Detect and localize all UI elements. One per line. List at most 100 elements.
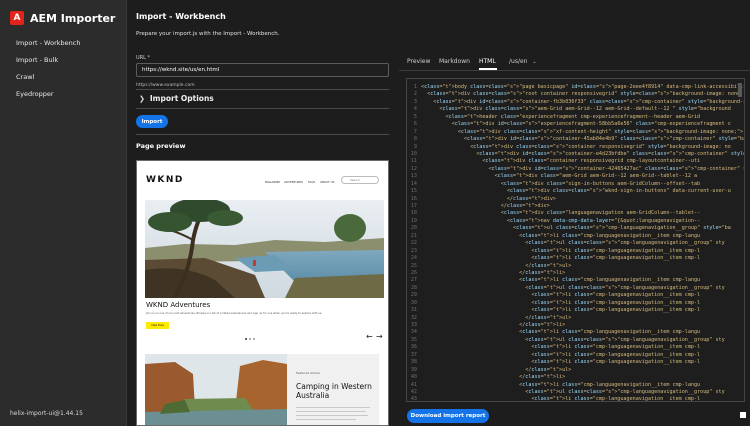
code-text: <class="t">li class="cmp-languagenavigat… (421, 247, 701, 254)
code-line: 42 <class="t">ul class=class="s">"cmp-la… (407, 389, 744, 396)
preview-nav-item[interactable]: MAGAZINE (265, 180, 280, 184)
code-scrollbar[interactable] (738, 83, 742, 399)
import-button[interactable]: Import (136, 115, 168, 128)
line-number: 20 (410, 225, 417, 232)
import-options-toggle[interactable]: ❯ Import Options (139, 94, 214, 103)
carousel-dot[interactable] (245, 338, 247, 340)
page-preview-frame[interactable]: WKND MAGAZINE ADVENTURES FAQS ABOUT US S… (136, 160, 389, 426)
line-number: 4 (413, 106, 417, 113)
code-line: 35 <class="t">ul class=class="s">"cmp-la… (407, 337, 744, 344)
preview-search-input[interactable]: Search (341, 176, 379, 184)
sidebar-item-eyedropper[interactable]: Eyedropper (16, 90, 54, 98)
output-panel: Preview Markdown HTML /us/en ⌄ 1 <class="… (399, 50, 750, 426)
code-text: <class="t">li class="cmp-languagenavigat… (421, 351, 701, 358)
path-select[interactable]: /us/en ⌄ (509, 58, 537, 65)
code-line: 22 <class="t">ul class=class="s">"cmp-la… (407, 240, 744, 247)
brand[interactable]: A AEM Importer (10, 11, 115, 25)
line-number: 18 (410, 210, 417, 217)
code-text: <class="t">li class="cmp-languagenavigat… (421, 299, 701, 306)
line-number: 37 (410, 351, 417, 358)
line-number: 5 (413, 113, 417, 120)
code-line: 34 <class="t">li class="cmp-languagenavi… (407, 329, 744, 336)
page-title: Import - Workbench (136, 12, 226, 21)
code-line: 9 <class="t">div class=class="s">"contai… (407, 143, 744, 151)
code-line: 14 <class="t">div class="sign-in-buttons… (407, 180, 744, 188)
divider (136, 89, 389, 90)
code-text: <class="t">div class="sign-in-buttons ae… (421, 180, 701, 187)
line-number: 16 (410, 195, 417, 202)
code-text: <class="t">div id=class="s">"container-4… (421, 165, 744, 172)
sidebar-item-crawl[interactable]: Crawl (16, 73, 34, 81)
code-scrollbar-thumb[interactable] (738, 83, 742, 97)
code-line: 26 </class="t">li> (407, 269, 744, 277)
tab-html[interactable]: HTML (479, 58, 496, 65)
line-number: 28 (410, 284, 417, 291)
code-line: 39 </class="t">ul> (407, 367, 744, 374)
code-text: <class="t">div class="languagenavigation… (421, 210, 701, 217)
article-text-line (296, 411, 366, 412)
article-text-line (296, 407, 370, 408)
code-line: 20 <class="t">ul class=class="s">"cmp-la… (407, 225, 744, 232)
carousel-prev-arrow-icon[interactable]: ← (366, 332, 373, 341)
code-text: <class="t">nav data-cmp-data-layer="{&qu… (421, 217, 701, 224)
line-number: 9 (413, 143, 417, 150)
code-line: 41 <class="t">li class="cmp-languagenavi… (407, 382, 744, 389)
line-number: 23 (410, 247, 417, 254)
logo-letter: A (13, 12, 21, 23)
code-line: 27 <class="t">li class="cmp-languagenavi… (407, 277, 744, 284)
page-description: Prepare your import.js with the Import -… (136, 31, 280, 37)
code-text: <class="t">li class="cmp-languagenavigat… (421, 292, 701, 299)
sidebar-item-import-workbench[interactable]: Import - Workbench (16, 39, 80, 47)
preview-view-trips-button[interactable]: View Trips (146, 322, 169, 329)
code-text: <class="t">li class="cmp-languagenavigat… (421, 359, 701, 366)
line-number: 26 (410, 269, 417, 276)
tab-preview[interactable]: Preview (407, 58, 430, 65)
code-line: 13 <class="t">div class="aem-Grid aem-Gr… (407, 173, 744, 180)
code-line: 2 <class="t">div class=class="s">"root c… (407, 91, 744, 98)
carousel-dot[interactable] (253, 338, 255, 340)
import-options-label: Import Options (149, 94, 214, 103)
line-number: 30 (410, 299, 417, 306)
preview-nav-item[interactable]: ABOUT US (320, 180, 334, 184)
carousel-dot[interactable] (249, 338, 251, 340)
code-line: 17 </class="t">div> (407, 203, 744, 210)
carousel-next-arrow-icon[interactable]: → (376, 332, 383, 341)
preview-article-image (145, 354, 287, 425)
line-number: 29 (410, 292, 417, 299)
chevron-down-icon: ⌄ (532, 59, 537, 65)
code-line: 21 <class="t">li class="cmp-languagenavi… (407, 233, 744, 240)
line-number: 34 (410, 329, 417, 336)
preview-nav-item[interactable]: FAQS (308, 180, 315, 184)
code-line: 23 <class="t">li class="cmp-languagenavi… (407, 247, 744, 255)
code-text: <class="t">li class="cmp-languagenavigat… (421, 344, 701, 351)
code-line: 29 <class="t">li class="cmp-languagenavi… (407, 292, 744, 299)
preview-hero-text: Join us on one of our next adventures. B… (146, 312, 323, 315)
code-line: 32 </class="t">ul> (407, 314, 744, 322)
code-line: 3 <class="t">div id=class="s">"container… (407, 99, 744, 106)
code-text: </class="t">li> (421, 269, 566, 276)
code-text: <class="t">div id=class="s">"container-4… (421, 136, 744, 143)
line-number: 40 (410, 374, 417, 381)
code-line: 31 <class="t">li class="cmp-languagenavi… (407, 307, 744, 314)
preview-nav-item[interactable]: ADVENTURES (284, 180, 303, 184)
code-line: 4 <class="t">div class=class="s">"aem-Gr… (407, 106, 744, 113)
url-input[interactable]: https://wknd.site/us/en.html (136, 63, 389, 77)
download-import-report-button[interactable]: Download import report (407, 409, 489, 423)
code-text: <class="t">div class=class="s">"wknd-sig… (421, 188, 731, 195)
article-text-line (296, 415, 368, 416)
sidebar-item-import-bulk[interactable]: Import - Bulk (16, 56, 58, 64)
divider (136, 108, 389, 109)
html-code-editor[interactable]: 1 <class="t">body class=class="s">"page b… (406, 78, 745, 402)
resize-handle[interactable] (740, 412, 746, 418)
preview-article-card[interactable]: Featured Article Camping in Western Aust… (287, 354, 379, 425)
line-number: 27 (410, 277, 417, 284)
line-number: 11 (410, 158, 417, 165)
code-text: </class="t">ul> (421, 314, 572, 321)
code-text: </class="t">div> (421, 203, 550, 209)
tab-markdown[interactable]: Markdown (439, 58, 470, 65)
url-help-text: https://www.example.com (136, 83, 195, 88)
code-line: 5 <class="t">header class="experiencefra… (407, 113, 744, 121)
code-text: <class="t">header class="experiencefragm… (421, 113, 701, 120)
line-number: 36 (410, 344, 417, 351)
canyon-image (145, 354, 287, 425)
